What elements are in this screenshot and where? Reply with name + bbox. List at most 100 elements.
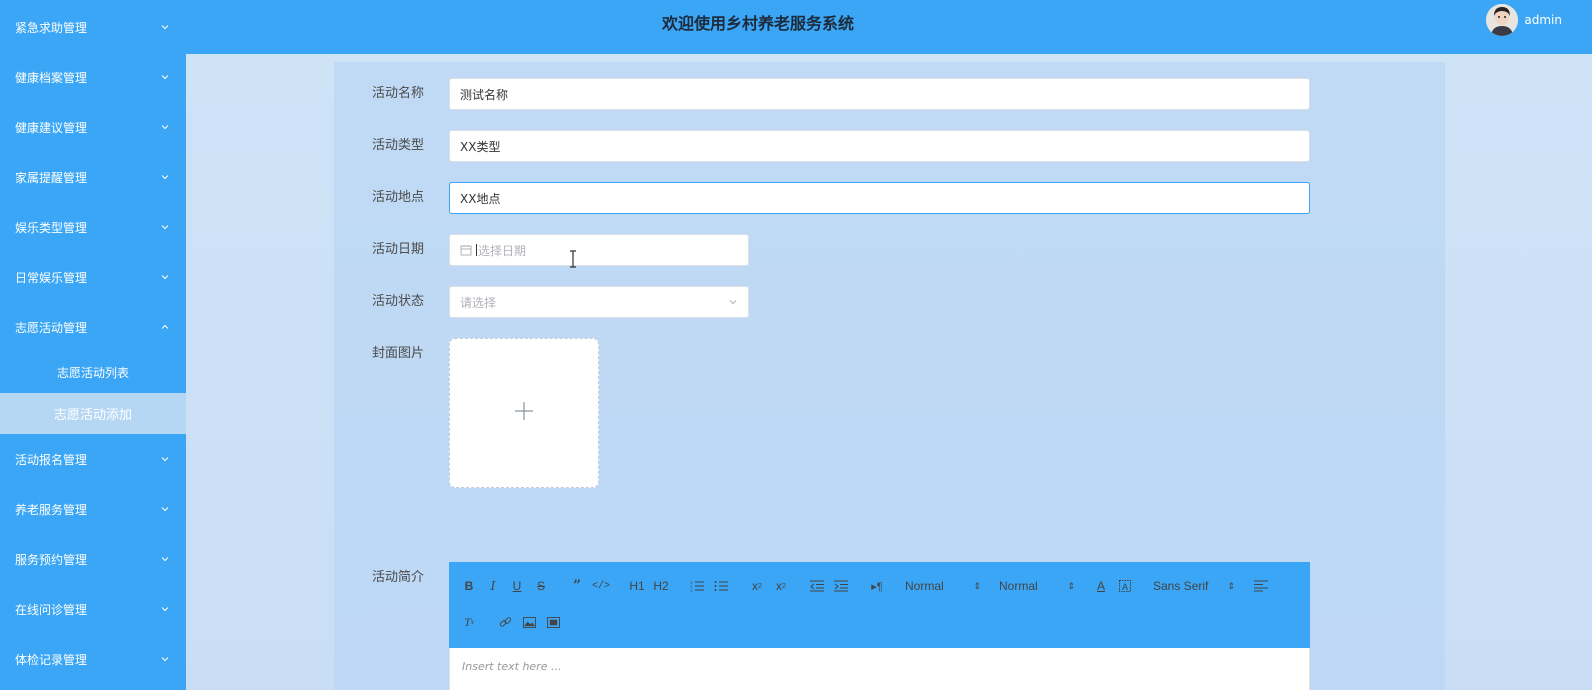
sidebar-item-emergency[interactable]: 紧急求助管理	[0, 2, 186, 52]
chevron-down-icon	[160, 604, 170, 614]
size-picker[interactable]: Normal ⇕	[995, 579, 1079, 593]
sidebar-menu: 紧急求助管理 健康档案管理 健康建议管理 家属提醒管理 娱乐类型管理 日常娱乐管…	[0, 0, 186, 684]
activity-name-input[interactable]: 测试名称	[449, 78, 1310, 110]
clear-format-icon[interactable]: Tx	[457, 610, 481, 634]
underline-icon[interactable]: U	[505, 574, 529, 598]
main-content: 活动名称 测试名称 活动类型 XX类型 活动地点 XX地点 活动日期 选择日期 …	[186, 54, 1592, 690]
chevron-down-icon	[160, 454, 170, 464]
sidebar-item-health-advice[interactable]: 健康建议管理	[0, 102, 186, 152]
chevron-down-icon	[160, 122, 170, 132]
heading2-icon[interactable]: H2	[649, 574, 673, 598]
updown-arrow-icon: ⇕	[1227, 580, 1235, 591]
sidebar-item-label: 体检记录管理	[15, 652, 88, 667]
bullet-list-icon[interactable]	[709, 574, 733, 598]
activity-date-picker[interactable]: 选择日期	[449, 234, 749, 266]
blockquote-icon[interactable]: ”	[565, 574, 589, 598]
sidebar-item-service-booking[interactable]: 服务预约管理	[0, 534, 186, 584]
select-placeholder: 请选择	[460, 295, 497, 310]
picker-label: Sans Serif	[1153, 579, 1209, 593]
sidebar-item-label: 在线问诊管理	[15, 602, 88, 617]
svg-text:3: 3	[690, 588, 693, 592]
form-row-cover: 封面图片	[334, 338, 599, 488]
field-label: 封面图片	[371, 346, 424, 361]
link-icon[interactable]	[493, 610, 517, 634]
italic-icon[interactable]: I	[481, 574, 505, 598]
sidebar-item-activity-signup[interactable]: 活动报名管理	[0, 434, 186, 484]
font-picker[interactable]: Sans Serif ⇕	[1149, 579, 1239, 593]
page-title: 欢迎使用乡村养老服务系统	[661, 14, 854, 33]
sidebar-item-checkup-records[interactable]: 体检记录管理	[0, 634, 186, 684]
sidebar-item-volunteer-activities[interactable]: 志愿活动管理	[0, 302, 186, 352]
text-color-icon[interactable]: A	[1089, 574, 1113, 598]
sidebar-item-elderly-services[interactable]: 养老服务管理	[0, 484, 186, 534]
sidebar-subitem-activity-list[interactable]: 志愿活动列表	[0, 352, 186, 393]
cover-image-uploader[interactable]	[449, 338, 599, 488]
strikethrough-icon[interactable]: S	[529, 574, 553, 598]
form-row-date: 活动日期 选择日期	[334, 234, 749, 266]
sidebar-item-label: 养老服务管理	[15, 502, 88, 517]
chevron-down-icon	[160, 72, 170, 82]
code-block-icon[interactable]: </>	[589, 574, 613, 598]
form-row-intro: 活动简介 B I U S ” </> H1 H2 1 2 3 x 2 x 2 ▸…	[334, 562, 1310, 690]
field-label: 活动名称	[371, 86, 424, 101]
sidebar-item-entertainment-types[interactable]: 娱乐类型管理	[0, 202, 186, 252]
subscript-icon[interactable]: x2	[745, 574, 769, 598]
input-value: 测试名称	[460, 87, 509, 102]
activity-location-input[interactable]: XX地点	[449, 182, 1310, 214]
sidebar-item-label: 服务预约管理	[15, 552, 88, 567]
form-row-type: 活动类型 XX类型	[334, 130, 1310, 162]
sidebar-subitem-activity-add[interactable]: 志愿活动添加	[0, 393, 186, 434]
sidebar-item-online-consultation[interactable]: 在线问诊管理	[0, 584, 186, 634]
updown-arrow-icon: ⇕	[1067, 580, 1075, 591]
activity-type-input[interactable]: XX类型	[449, 130, 1310, 162]
form-panel: 活动名称 测试名称 活动类型 XX类型 活动地点 XX地点 活动日期 选择日期 …	[334, 62, 1445, 690]
chevron-down-icon	[160, 272, 170, 282]
header-picker[interactable]: Normal ⇕	[901, 579, 985, 593]
field-label: 活动类型	[371, 138, 424, 153]
chevron-up-icon	[160, 322, 170, 332]
sidebar-item-label: 家属提醒管理	[15, 170, 88, 185]
svg-text:A: A	[1122, 582, 1128, 592]
activity-status-select[interactable]: 请选择	[449, 286, 749, 318]
background-color-icon[interactable]: A	[1113, 574, 1137, 598]
sidebar-item-daily-entertainment[interactable]: 日常娱乐管理	[0, 252, 186, 302]
outdent-icon[interactable]	[805, 574, 829, 598]
text-direction-icon[interactable]: ▸¶	[865, 574, 889, 598]
heading1-icon[interactable]: H1	[625, 574, 649, 598]
avatar[interactable]	[1486, 4, 1519, 36]
sidebar-subitem-label: 志愿活动添加	[53, 408, 132, 423]
sidebar-item-health-records[interactable]: 健康档案管理	[0, 52, 186, 102]
text-caret	[476, 244, 477, 256]
chevron-down-icon	[160, 554, 170, 564]
picker-label: Normal	[905, 579, 944, 593]
updown-arrow-icon: ⇕	[973, 580, 981, 591]
toolbar-row: B I U S ” </> H1 H2 123 x 2 x 2 ▸¶ Norma…	[457, 568, 1302, 604]
align-icon[interactable]	[1249, 574, 1273, 598]
field-label: 活动地点	[371, 190, 424, 205]
chevron-down-icon	[160, 654, 170, 664]
editor-toolbar: B I U S ” </> H1 H2 123 x 2 x 2 ▸¶ Norma…	[449, 562, 1310, 648]
user-name[interactable]: admin	[1524, 13, 1562, 27]
sidebar-item-label: 紧急求助管理	[15, 20, 88, 35]
field-label: 活动日期	[371, 242, 424, 257]
user-menu[interactable]: admin	[1486, 4, 1562, 36]
indent-icon[interactable]	[829, 574, 853, 598]
input-value: XX地点	[460, 191, 501, 206]
editor-placeholder: Insert text here ...	[462, 660, 562, 673]
chevron-down-icon	[160, 504, 170, 514]
video-icon[interactable]	[541, 610, 565, 634]
chevron-down-icon	[160, 172, 170, 182]
superscript-icon[interactable]: x2	[769, 574, 793, 598]
sidebar: 紧急求助管理 健康档案管理 健康建议管理 家属提醒管理 娱乐类型管理 日常娱乐管…	[0, 0, 186, 690]
calendar-icon	[460, 244, 472, 256]
bold-icon[interactable]: B	[457, 574, 481, 598]
sidebar-item-family-reminders[interactable]: 家属提醒管理	[0, 152, 186, 202]
ordered-list-icon[interactable]: 123	[685, 574, 709, 598]
plus-icon	[514, 401, 534, 425]
input-value: XX类型	[460, 139, 501, 154]
sidebar-item-label: 日常娱乐管理	[15, 270, 88, 285]
form-row-name: 活动名称 测试名称	[334, 78, 1310, 110]
editor-content-area[interactable]: Insert text here ...	[449, 648, 1310, 690]
image-icon[interactable]	[517, 610, 541, 634]
chevron-down-icon	[160, 22, 170, 32]
